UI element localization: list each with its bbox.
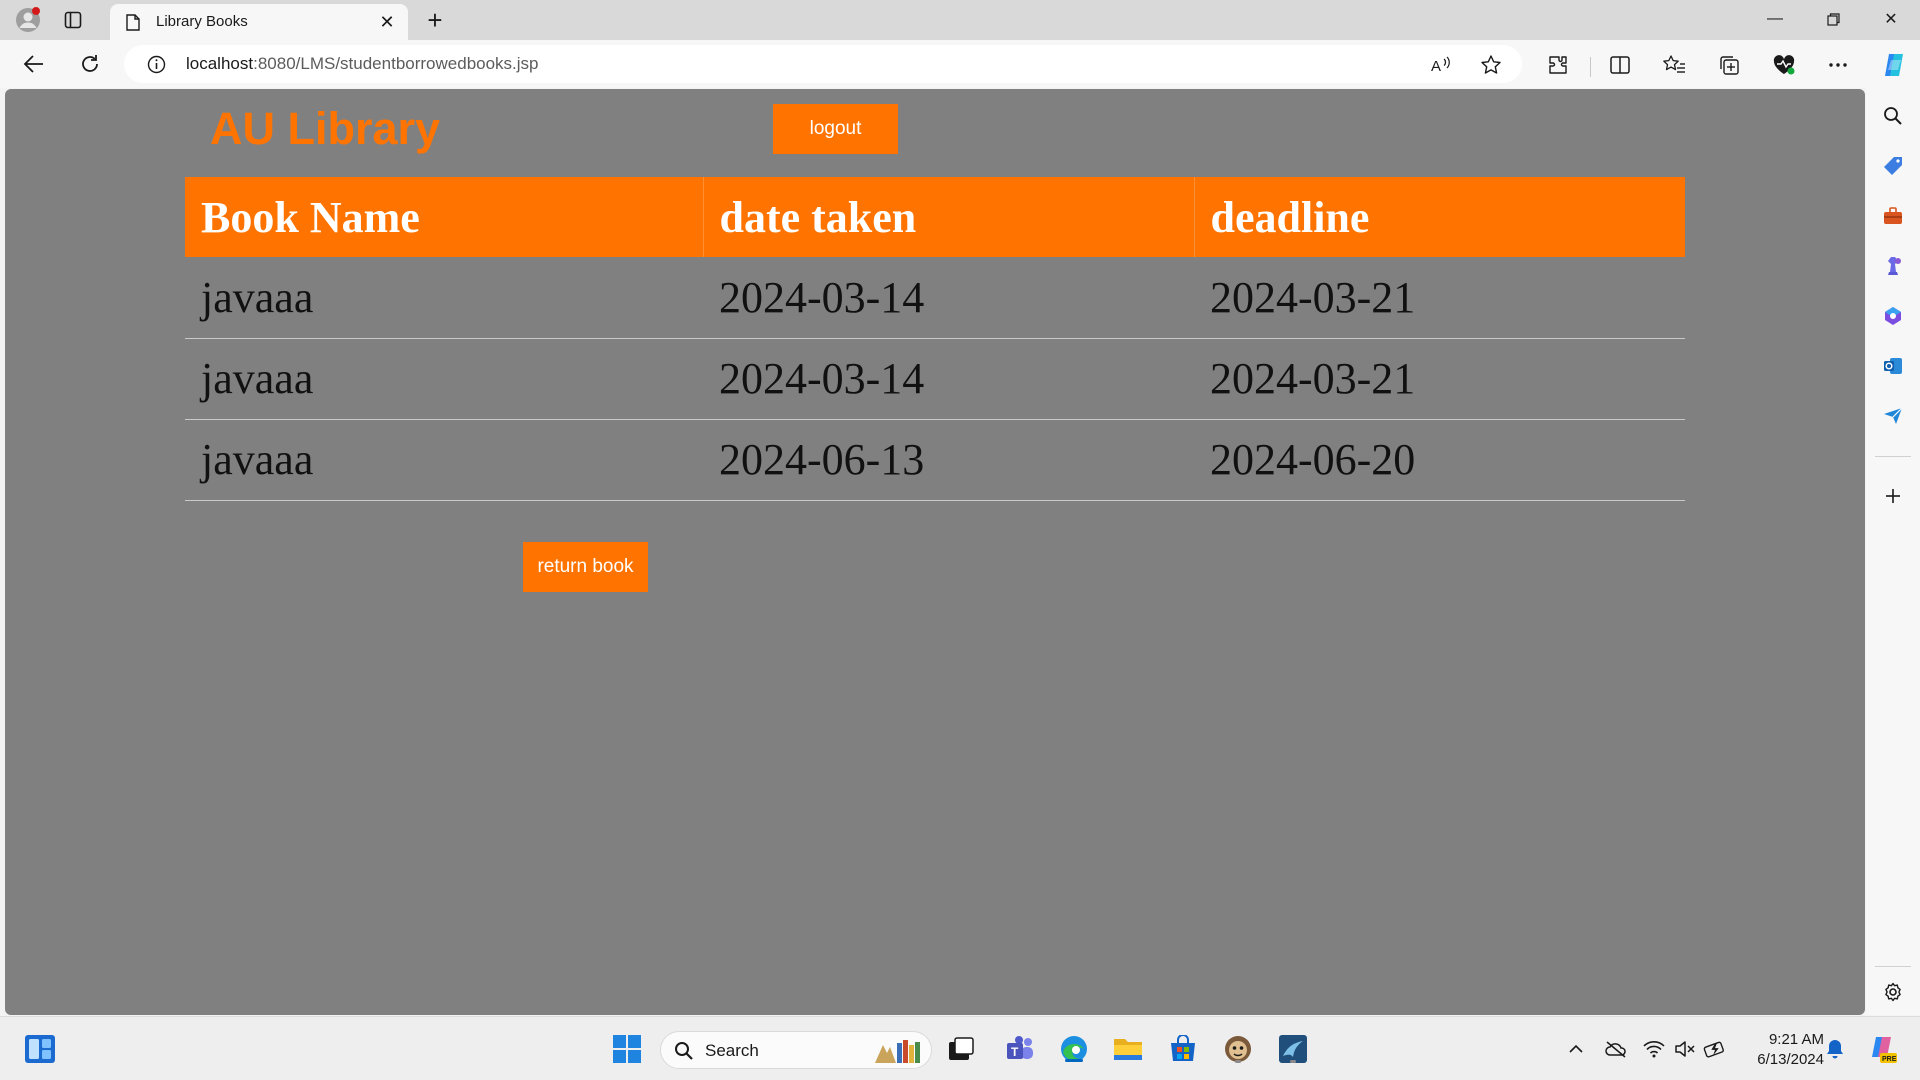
- refresh-icon[interactable]: [76, 50, 104, 78]
- copilot-icon[interactable]: [1880, 51, 1908, 79]
- browser-essentials-icon[interactable]: [1772, 53, 1796, 77]
- clock-time: 9:21 AM: [1768, 1031, 1824, 1048]
- taskbar-clock[interactable]: 9:21 AM 6/13/2024: [1724, 1030, 1824, 1070]
- profile-avatar-icon[interactable]: [14, 6, 42, 34]
- sidebar-games-icon[interactable]: [1881, 254, 1905, 278]
- cell-deadline: 2024-03-21: [1194, 257, 1685, 339]
- sidebar-divider: [1875, 966, 1911, 967]
- widgets-icon[interactable]: [24, 1033, 56, 1065]
- copilot-preview-icon[interactable]: PRE: [1866, 1033, 1898, 1065]
- sidebar-add-icon[interactable]: [1881, 484, 1905, 508]
- site-title: AU Library: [210, 103, 441, 154]
- column-header-deadline: deadline: [1194, 177, 1685, 257]
- wifi-icon[interactable]: [1642, 1037, 1666, 1061]
- address-bar[interactable]: localhost:8080/LMS/studentborrowedbooks.…: [124, 45, 1522, 83]
- browser-toolbar: localhost:8080/LMS/studentborrowedbooks.…: [0, 40, 1920, 88]
- back-arrow-icon[interactable]: [20, 50, 48, 78]
- active-app-indicator: [1065, 1059, 1083, 1062]
- taskbar-search-box[interactable]: Search: [660, 1031, 932, 1069]
- cell-deadline: 2024-06-20: [1194, 419, 1685, 501]
- tab-actions-icon[interactable]: [62, 9, 84, 31]
- tab-title: Library Books: [156, 13, 248, 30]
- extensions-icon[interactable]: [1546, 53, 1570, 77]
- cell-date-taken: 2024-03-14: [703, 338, 1194, 420]
- cell-deadline: 2024-03-21: [1194, 338, 1685, 420]
- favorite-star-icon[interactable]: [1480, 54, 1502, 76]
- restore-button[interactable]: [1810, 4, 1856, 34]
- page-viewport: AU Library logout Book Name date taken d…: [5, 89, 1865, 1015]
- task-view-icon[interactable]: [945, 1033, 977, 1065]
- running-app-indicator: [1235, 1060, 1241, 1063]
- url-host: localhost: [186, 54, 254, 73]
- teams-icon[interactable]: T: [1004, 1033, 1036, 1065]
- table-header-row: Book Name date taken deadline: [185, 177, 1685, 257]
- svg-text:T: T: [1011, 1045, 1019, 1059]
- search-icon: [673, 1040, 695, 1062]
- url-text[interactable]: localhost:8080/LMS/studentborrowedbooks.…: [186, 54, 539, 74]
- search-highlight-art-icon: [875, 1040, 920, 1063]
- mysql-workbench-icon[interactable]: [1277, 1033, 1309, 1065]
- sidebar-m365-icon[interactable]: [1881, 304, 1905, 328]
- table-row: javaaa 2024-06-13 2024-06-20: [185, 419, 1685, 501]
- table-row: javaaa 2024-03-14 2024-03-21: [185, 338, 1685, 420]
- collections-icon[interactable]: [1717, 53, 1741, 77]
- new-tab-button[interactable]: +: [422, 7, 448, 33]
- sidebar-tools-icon[interactable]: [1881, 204, 1905, 228]
- cell-book-name: javaaa: [185, 338, 703, 420]
- search-label: Search: [705, 1041, 759, 1060]
- tray-overflow-chevron-up-icon[interactable]: [1564, 1037, 1588, 1061]
- sidebar-settings-gear-icon[interactable]: [1881, 980, 1905, 1004]
- notification-dot-icon: [32, 7, 40, 15]
- clock-date: 6/13/2024: [1757, 1051, 1824, 1068]
- windows-taskbar: Search T 9:21 AM 6/13/2024 PRE: [0, 1016, 1920, 1080]
- cell-date-taken: 2024-03-14: [703, 257, 1194, 339]
- cell-book-name: javaaa: [185, 257, 703, 339]
- split-screen-icon[interactable]: [1608, 53, 1632, 77]
- microsoft-store-icon[interactable]: [1167, 1033, 1199, 1065]
- site-info-icon[interactable]: [146, 54, 166, 74]
- start-windows-icon[interactable]: [611, 1033, 643, 1065]
- tab-close-icon[interactable]: ✕: [376, 11, 398, 33]
- column-header-book-name: Book Name: [185, 177, 704, 257]
- return-book-button[interactable]: return book: [523, 542, 648, 592]
- borrowed-books-table: Book Name date taken deadline javaaa 202…: [185, 177, 1685, 501]
- file-explorer-icon[interactable]: [1112, 1033, 1144, 1065]
- url-path: :8080/LMS/studentborrowedbooks.jsp: [253, 54, 539, 73]
- tomcat-app-icon[interactable]: [1222, 1033, 1254, 1065]
- toolbar-divider: [1590, 57, 1591, 77]
- logout-button[interactable]: logout: [773, 104, 898, 154]
- sidebar-divider: [1875, 456, 1911, 457]
- favorites-icon[interactable]: [1662, 53, 1686, 77]
- sidebar-shopping-icon[interactable]: [1881, 154, 1905, 178]
- running-app-indicator: [1290, 1060, 1296, 1063]
- tab-library-books[interactable]: Library Books ✕: [110, 4, 408, 40]
- page-favicon-icon: [124, 12, 142, 32]
- edge-sidebar: [1866, 88, 1920, 1015]
- table-row: javaaa 2024-03-14 2024-03-21: [185, 257, 1685, 339]
- more-options-icon[interactable]: [1826, 53, 1850, 77]
- edge-browser-icon[interactable]: [1058, 1033, 1090, 1065]
- browser-tab-strip: Library Books ✕ + — ✕: [0, 0, 1920, 40]
- onedrive-offline-icon[interactable]: [1604, 1037, 1628, 1061]
- notification-bell-icon[interactable]: [1823, 1037, 1847, 1061]
- close-window-button[interactable]: ✕: [1868, 4, 1914, 34]
- sidebar-search-icon[interactable]: [1881, 104, 1905, 128]
- svg-text:A: A: [1431, 58, 1441, 75]
- svg-text:PRE: PRE: [1882, 1056, 1897, 1063]
- volume-muted-icon[interactable]: [1673, 1037, 1697, 1061]
- read-aloud-icon[interactable]: A: [1430, 54, 1452, 76]
- cell-book-name: javaaa: [185, 419, 703, 501]
- sidebar-outlook-icon[interactable]: [1881, 354, 1905, 378]
- minimize-button[interactable]: —: [1752, 4, 1798, 34]
- sidebar-send-icon[interactable]: [1881, 404, 1905, 428]
- column-header-date-taken: date taken: [703, 177, 1195, 257]
- cell-date-taken: 2024-06-13: [703, 419, 1194, 501]
